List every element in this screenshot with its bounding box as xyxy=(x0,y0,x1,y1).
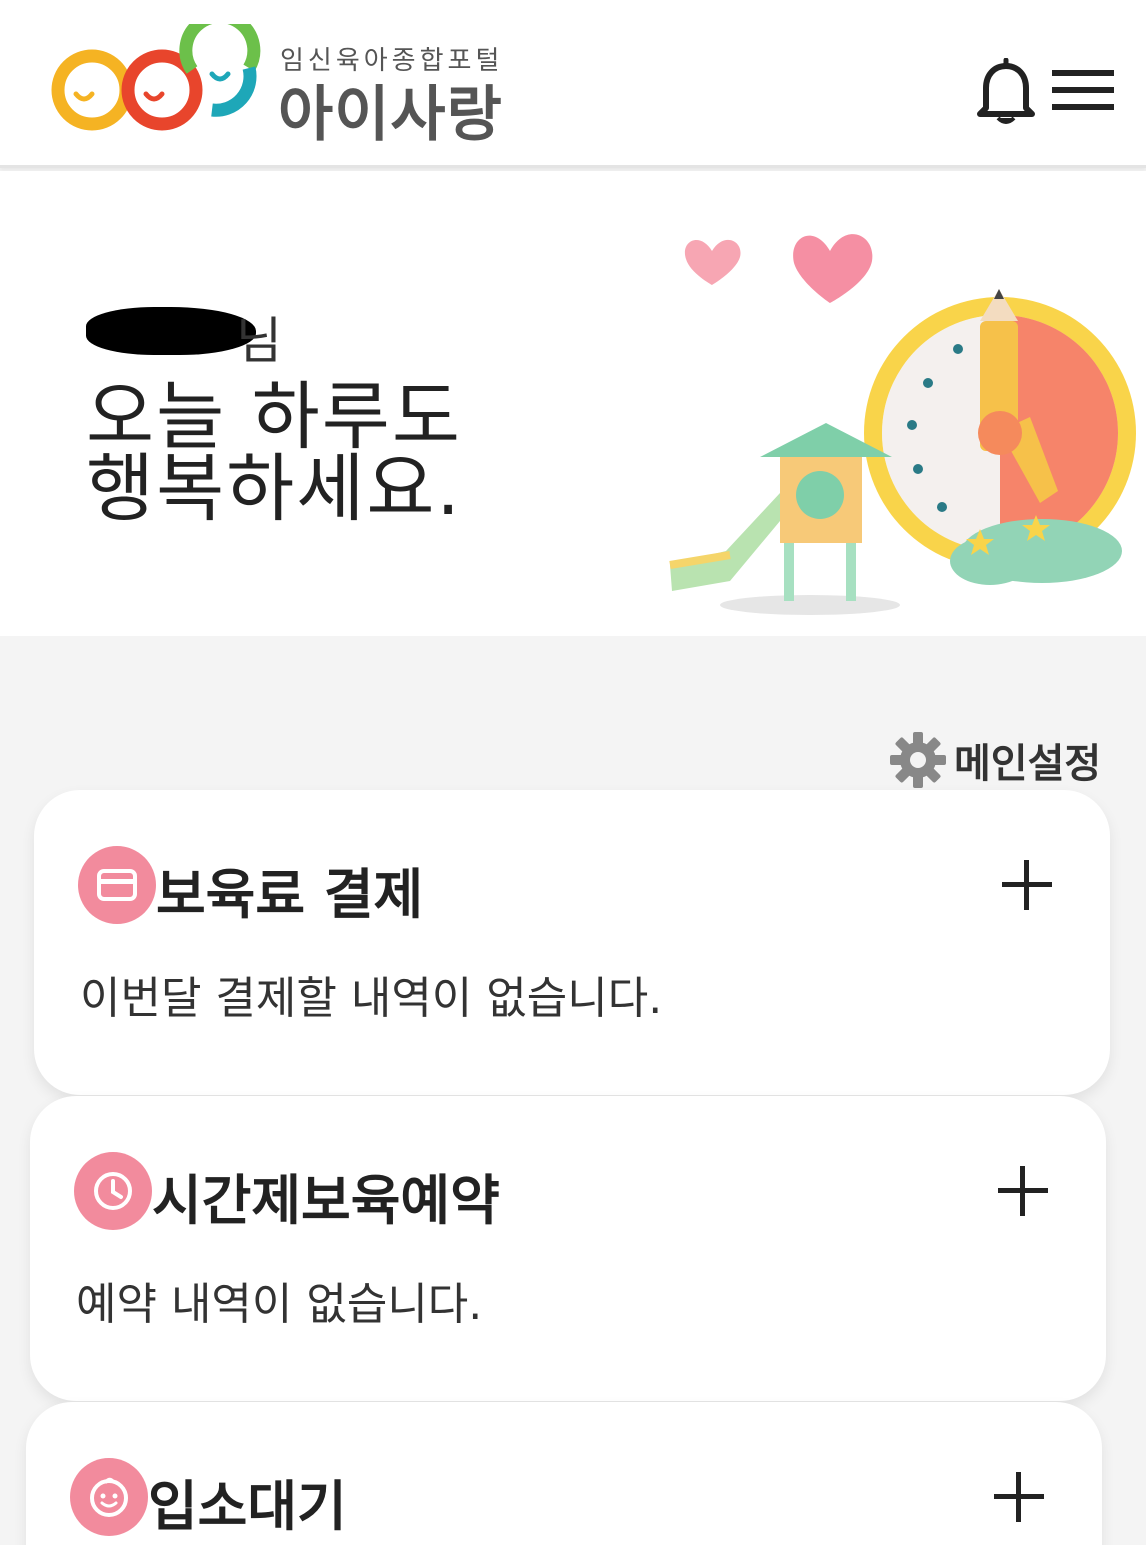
clock-icon xyxy=(74,1152,152,1230)
baby-face-icon xyxy=(70,1458,148,1536)
main-settings-label: 메인설정 xyxy=(954,741,1102,787)
playground-clock-illustration xyxy=(669,234,1136,615)
childcare-payment-card[interactable]: 보육료 결제 이번달 결제할 내역이 없습니다. xyxy=(34,790,1110,1095)
expand-plus-button[interactable] xyxy=(998,1166,1048,1216)
gear-icon xyxy=(890,732,946,788)
greeting-banner: 님 오늘 하루도 행복하세요. xyxy=(0,171,1146,636)
credit-card-icon xyxy=(78,846,156,924)
main-settings-button[interactable]: 메인설정 xyxy=(888,730,1101,790)
card-body-text: 이번달 결제할 내역이 없습니다. xyxy=(80,973,663,1024)
redacted-username xyxy=(86,307,256,355)
logo-title[interactable]: 아이사랑 xyxy=(278,66,503,153)
admission-waitlist-card[interactable]: 입소대기 xyxy=(26,1402,1102,1545)
logo-icon[interactable] xyxy=(44,24,264,134)
card-body-text: 예약 내역이 없습니다. xyxy=(76,1279,483,1330)
greeting-line-2: 행복하세요. xyxy=(86,446,462,532)
expand-plus-button[interactable] xyxy=(994,1472,1044,1522)
hourly-childcare-reservation-card[interactable]: 시간제보육예약 예약 내역이 없습니다. xyxy=(30,1096,1106,1401)
card-title: 입소대기 xyxy=(148,1475,347,1538)
expand-plus-button[interactable] xyxy=(1002,860,1052,910)
card-title: 보육료 결제 xyxy=(156,863,424,926)
card-title: 시간제보육예약 xyxy=(152,1169,500,1232)
bell-icon[interactable] xyxy=(976,58,1036,126)
hamburger-icon[interactable] xyxy=(1052,66,1116,114)
app-header: 임신육아종합포털 아이사랑 xyxy=(0,0,1146,168)
